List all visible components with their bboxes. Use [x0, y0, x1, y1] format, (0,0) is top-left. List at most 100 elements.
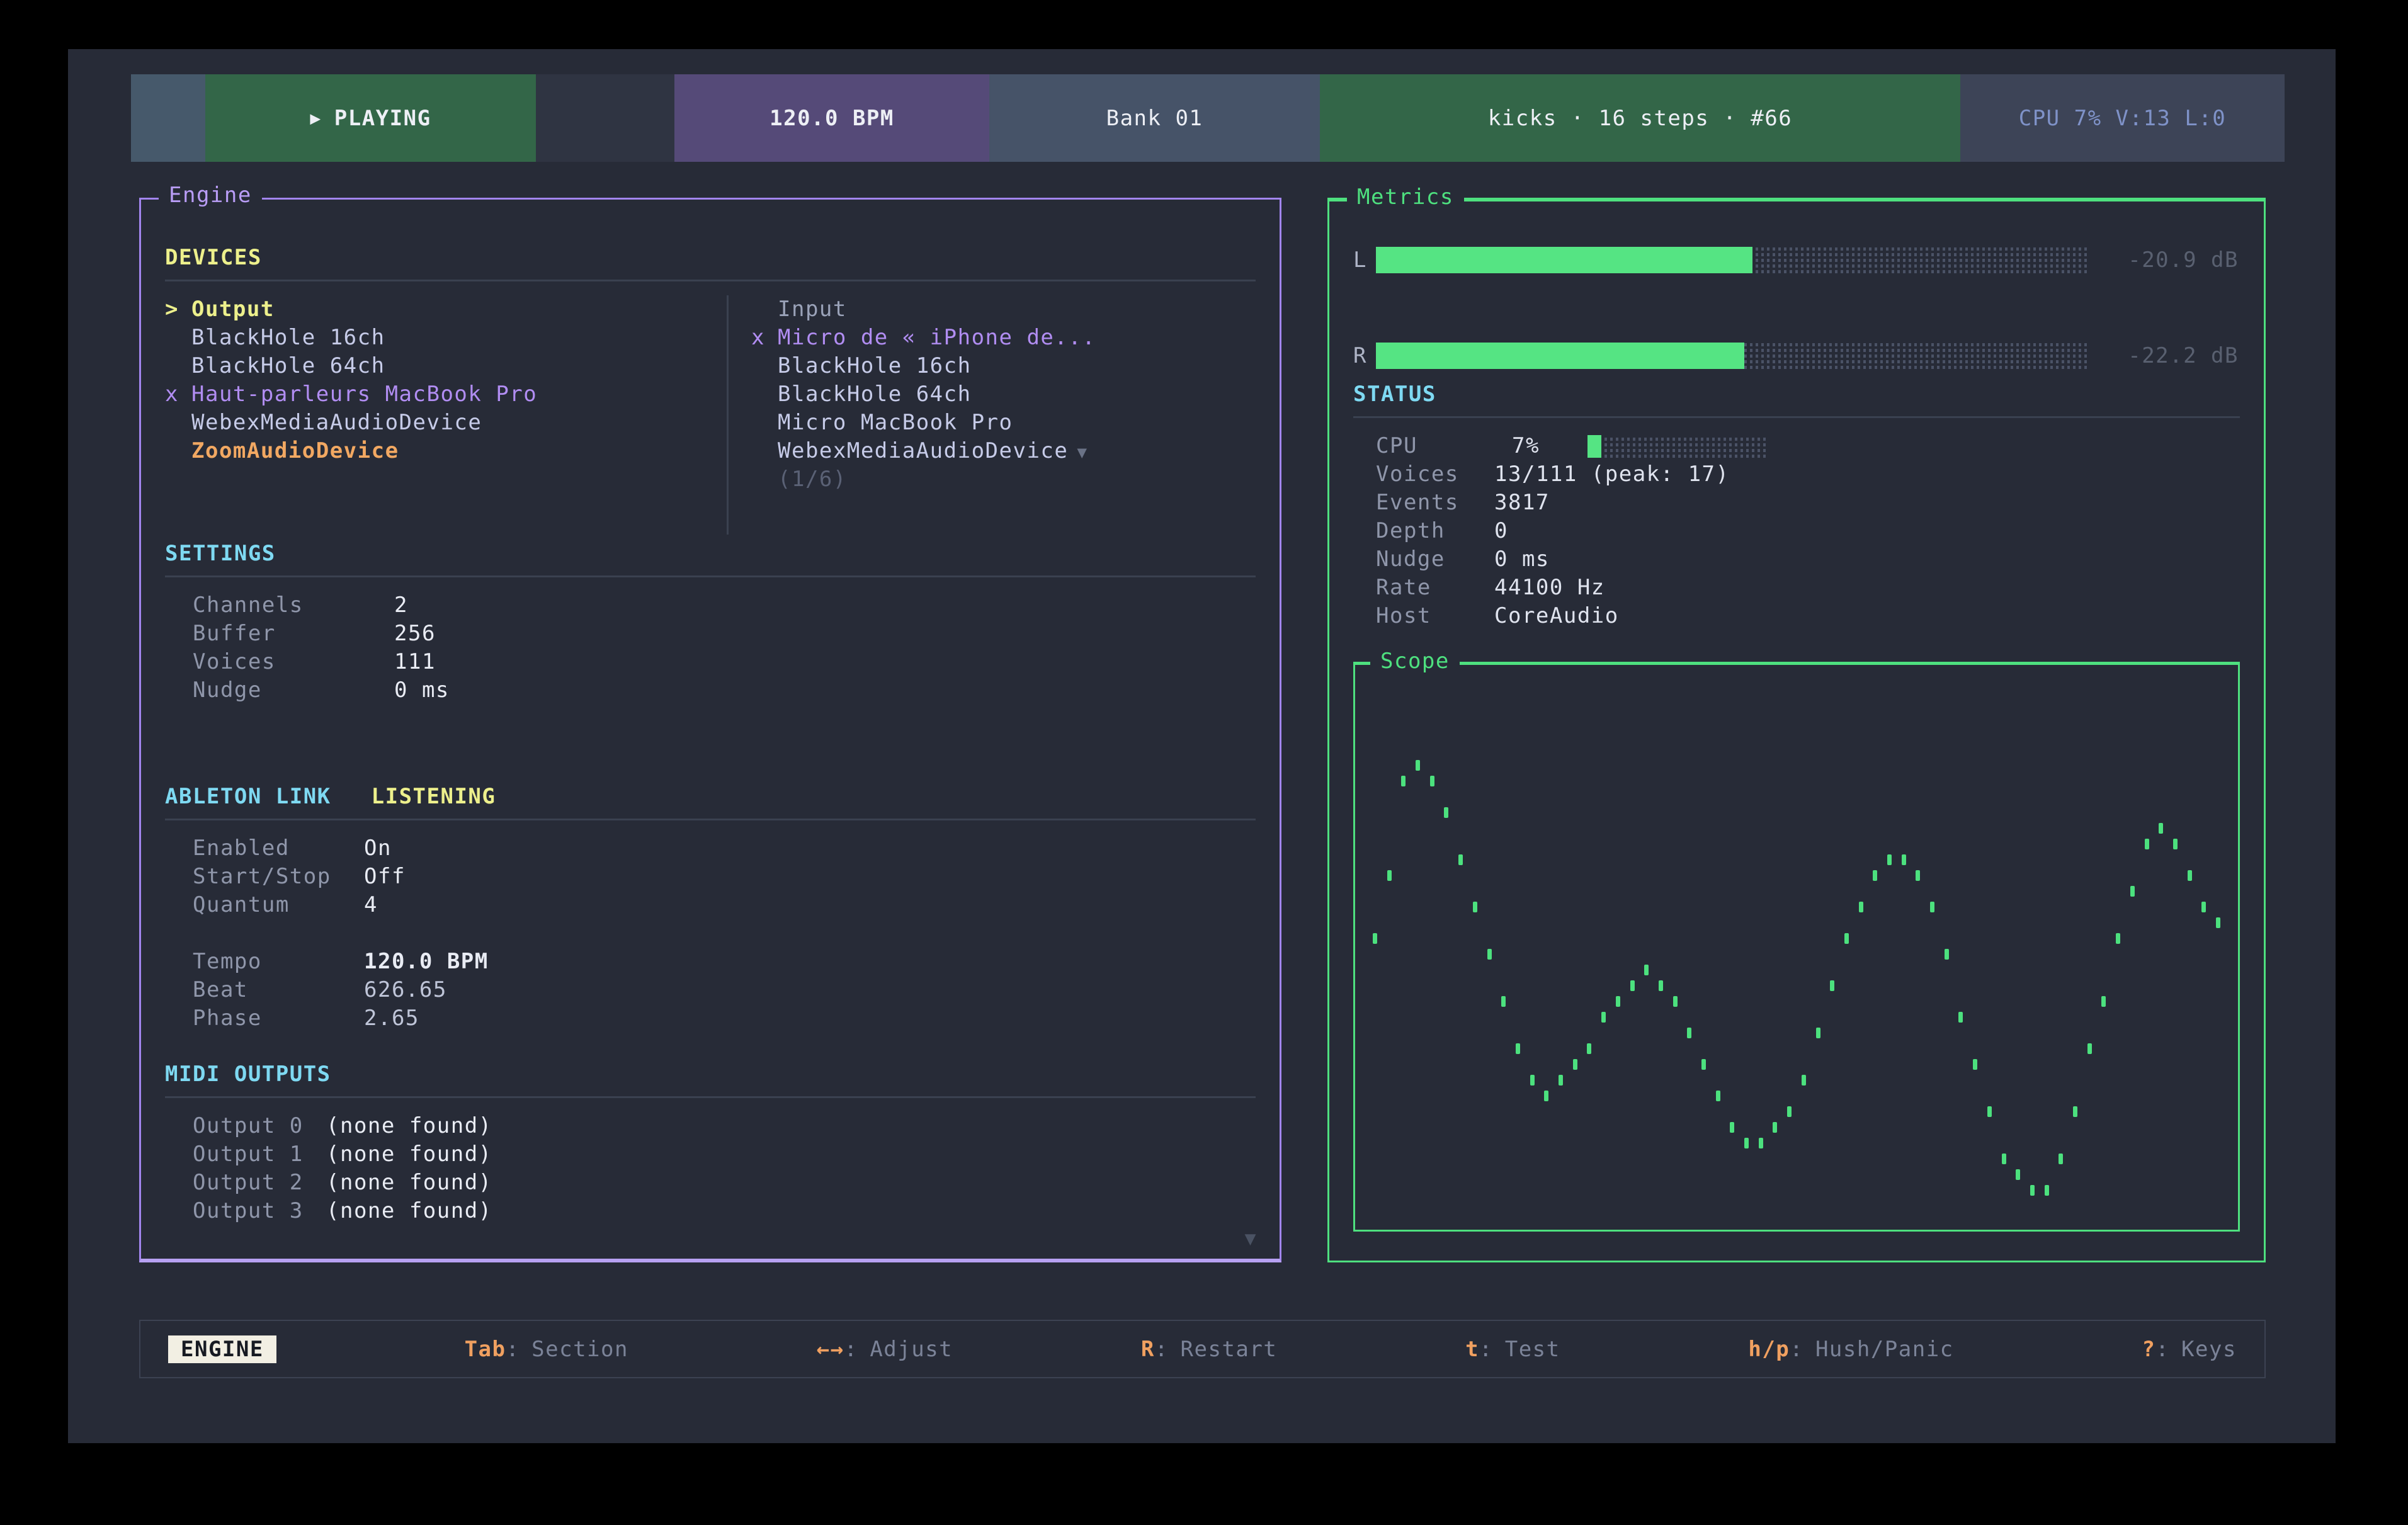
midi-output-row[interactable]: Output 3(none found): [193, 1197, 1256, 1225]
meter-right: R -22.2 dB: [1353, 343, 2240, 369]
scope-sample-dot: [1530, 1075, 1535, 1086]
scope-sample-dot: [1401, 776, 1406, 786]
midi-output-row[interactable]: Output 0(none found): [193, 1112, 1256, 1140]
device-columns: >Output BlackHole 16ch BlackHole 64ch xH…: [165, 295, 1256, 535]
scope-sample-dot: [2059, 1154, 2063, 1164]
dropdown-icon[interactable]: ▼: [1077, 443, 1088, 462]
midi-output-row[interactable]: Output 1(none found): [193, 1140, 1256, 1169]
hint-keys: ?:Keys: [2142, 1337, 2237, 1362]
link-tempo-row[interactable]: Tempo120.0 BPM: [193, 948, 1256, 976]
output-device-item-current[interactable]: ZoomAudioDevice: [165, 437, 727, 465]
scope-sample-dot: [2159, 823, 2163, 834]
scope-sample-dot: [2145, 839, 2149, 849]
mode-badge: ENGINE: [168, 1335, 276, 1363]
midi-output-row[interactable]: Output 2(none found): [193, 1169, 1256, 1197]
transport-label: PLAYING: [334, 106, 431, 131]
meter-left: L -20.9 dB: [1353, 247, 2240, 273]
track-info: kicks · 16 steps · #66: [1320, 74, 1960, 162]
link-beat-row: Beat626.65: [193, 976, 1256, 1004]
hint-restart: R:Restart: [1141, 1337, 1277, 1362]
output-device-item[interactable]: WebexMediaAudioDevice: [165, 409, 727, 437]
scope-sample-dot: [1444, 807, 1448, 818]
meter-left-label: L: [1353, 247, 1376, 273]
output-device-item[interactable]: BlackHole 16ch: [165, 324, 727, 352]
devices-header: DEVICES: [165, 244, 1256, 272]
setting-row[interactable]: Buffer256: [193, 620, 1256, 648]
hint-test: t:Test: [1465, 1337, 1560, 1362]
status-header: STATUS: [1353, 380, 2240, 409]
scope-sample-dot: [1973, 1059, 1977, 1070]
input-device-item[interactable]: BlackHole 64ch: [751, 380, 1256, 409]
metrics-panel: Metrics L -20.9 dB R -22.2 dB STATUS CPU: [1327, 198, 2266, 1262]
meter-right-db: -22.2 dB: [2088, 343, 2240, 368]
meter-left-track: [1376, 247, 2088, 273]
hint-hush-panic: h/p:Hush/Panic: [1748, 1337, 1953, 1362]
scope-sample-dot: [2216, 917, 2220, 928]
input-device-item-active[interactable]: xMicro de « iPhone de...: [751, 324, 1256, 352]
scope-sample-dot: [1616, 996, 1620, 1007]
scope-sample-dot: [1916, 870, 1920, 881]
status-cpu-row: CPU 7%: [1376, 432, 2240, 460]
scope-sample-dot: [1544, 1091, 1548, 1101]
level-meters: L -20.9 dB R -22.2 dB: [1353, 247, 2240, 369]
settings-rows: Channels2 Buffer256 Voices111 Nudge0 ms: [165, 591, 1256, 705]
scope-sample-dot: [1559, 1075, 1563, 1086]
input-column-header[interactable]: Input: [751, 295, 1256, 324]
link-row[interactable]: EnabledOn: [193, 834, 1256, 863]
scope-sample-dot: [2002, 1154, 2006, 1164]
scope-sample-dot: [1487, 949, 1492, 960]
scope-sample-dot: [2130, 886, 2135, 897]
status-row: Events3817: [1376, 489, 2240, 517]
divider: [165, 1096, 1256, 1098]
scope-sample-dot: [1887, 854, 1892, 865]
input-device-item[interactable]: BlackHole 16ch: [751, 352, 1256, 380]
meter-right-fill: [1376, 343, 1744, 369]
cpu-meter-fill: [1587, 435, 1601, 458]
scope-sample-dot: [1630, 980, 1635, 991]
scope-sample-dot: [1945, 949, 1949, 960]
setting-row[interactable]: Voices111: [193, 648, 1256, 676]
scope-sample-dot: [1716, 1091, 1720, 1101]
divider: [165, 280, 1256, 281]
scope-sample-dot: [1830, 980, 1834, 991]
scope-sample-dot: [1516, 1043, 1520, 1054]
setting-row[interactable]: Nudge0 ms: [193, 676, 1256, 705]
scope-sample-dot: [2087, 1043, 2092, 1054]
input-device-item[interactable]: Micro MacBook Pro: [751, 409, 1256, 437]
hint-adjust: ←→:Adjust: [817, 1337, 953, 1362]
link-row[interactable]: Quantum4: [193, 891, 1256, 919]
output-device-item[interactable]: BlackHole 64ch: [165, 352, 727, 380]
scope-sample-dot: [1873, 870, 1877, 881]
status-row: HostCoreAudio: [1376, 602, 2240, 630]
play-icon: ▶: [310, 108, 321, 128]
output-device-item-active[interactable]: xHaut-parleurs MacBook Pro: [165, 380, 727, 409]
divider: [165, 575, 1256, 577]
scope-sample-dot: [1587, 1043, 1591, 1054]
output-column-header[interactable]: >Output: [165, 295, 727, 324]
scope-sample-dot: [1759, 1138, 1763, 1148]
link-row[interactable]: Start/StopOff: [193, 863, 1256, 891]
transport-bar: ▶ PLAYING 120.0 BPM Bank 01 kicks · 16 s…: [131, 74, 2285, 162]
divider: [1353, 416, 2240, 418]
meter-left-fill: [1376, 247, 1752, 273]
hint-section: Tab:Section: [465, 1337, 628, 1362]
scope-sample-dot: [1859, 902, 1863, 912]
scope-sample-dot: [1787, 1106, 1792, 1117]
scope-sample-dot: [1573, 1059, 1577, 1070]
scope-sample-dot: [1987, 1106, 1992, 1117]
setting-row[interactable]: Channels2: [193, 591, 1256, 620]
scope-sample-dot: [1387, 870, 1392, 881]
link-state-badge: LISTENING: [372, 783, 496, 811]
scope-sample-dot: [1773, 1122, 1777, 1133]
output-device-column: >Output BlackHole 16ch BlackHole 64ch xH…: [165, 295, 727, 535]
link-phase-row: Phase2.65: [193, 1004, 1256, 1033]
scope-sample-dot: [1902, 854, 1906, 865]
meter-right-label: R: [1353, 343, 1376, 368]
scope-sample-dot: [1730, 1122, 1734, 1133]
transport-state: ▶ PLAYING: [205, 74, 536, 162]
input-page-indicator: (1/6): [751, 465, 1256, 494]
bank-display: Bank 01: [989, 74, 1320, 162]
scope-sample-dot: [2116, 933, 2120, 944]
scroll-down-icon[interactable]: ▼: [1244, 1228, 1257, 1250]
input-device-item[interactable]: WebexMediaAudioDevice▼: [751, 437, 1256, 465]
